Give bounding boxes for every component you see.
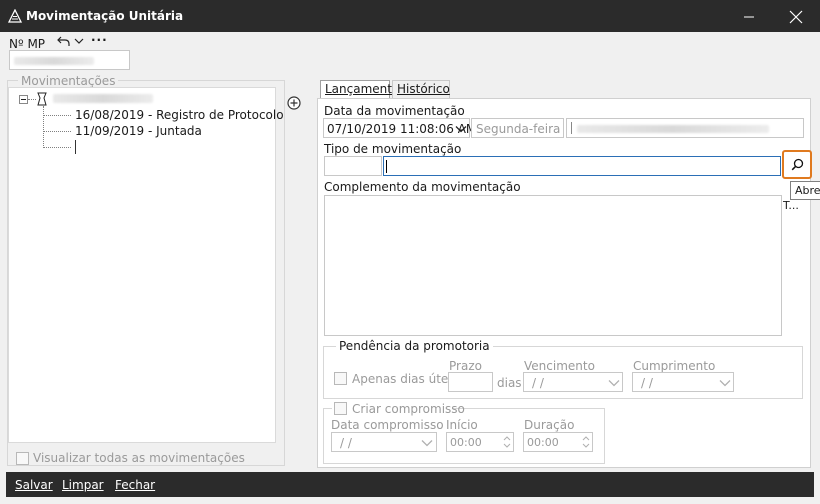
show-all-label: Visualizar todas as movimentações <box>33 451 245 465</box>
data-movimentacao-field[interactable]: 07/10/2019 11:08:06 AM <box>323 118 476 138</box>
tree-new-item-caret <box>75 140 76 154</box>
cumprimento-date-picker[interactable]: / / <box>632 372 734 392</box>
vencimento-value: / / <box>532 376 544 390</box>
tab-lancamento[interactable]: Lançamento <box>320 80 399 98</box>
data-compromisso-date-picker[interactable]: / / <box>331 432 437 452</box>
tipo-label: Tipo de movimentação <box>324 142 462 156</box>
spin-arrows-icon[interactable] <box>503 436 511 448</box>
tab-historico[interactable]: Histórico <box>392 80 450 98</box>
weekday-field: Segunda-feira <box>471 118 564 138</box>
spin-arrows-icon[interactable] <box>582 436 590 448</box>
tipo-movimentacao-input[interactable] <box>383 156 781 176</box>
mp-label: Nº MP <box>9 37 46 51</box>
title-bar: Movimentação Unitária <box>0 0 820 32</box>
tree-item[interactable]: 16/08/2019 - Registro de Protocolo <box>75 108 284 122</box>
criar-compromisso-label: Criar compromisso <box>352 402 465 416</box>
data-label: Data da movimentação <box>324 104 465 118</box>
tree-item[interactable]: 11/09/2019 - Juntada <box>75 124 202 138</box>
close-form-button[interactable]: Fechar <box>115 478 155 492</box>
cumprimento-label: Cumprimento <box>633 359 716 373</box>
process-icon <box>37 92 47 106</box>
data-compromisso-value: / / <box>340 436 352 450</box>
redacted-text <box>577 125 769 133</box>
complemento-label: Complemento da movimentação <box>324 180 521 194</box>
inicio-time-spinner[interactable]: 00:00 <box>446 432 514 452</box>
close-button[interactable] <box>773 0 819 32</box>
criar-compromisso-checkbox[interactable] <box>334 402 347 415</box>
truncated-label: T... <box>783 199 799 212</box>
movimentacoes-tree[interactable]: 16/08/2019 - Registro de Protocolo 11/09… <box>8 87 284 443</box>
app-icon <box>8 9 22 23</box>
clear-button[interactable]: Limpar <box>62 478 104 492</box>
vencimento-date-picker[interactable]: / / <box>523 372 623 392</box>
data-movimentacao-value: 07/10/2019 11:08:06 AM <box>327 122 477 136</box>
duracao-time-spinner[interactable]: 00:00 <box>523 432 593 452</box>
redacted-root-label <box>53 94 153 103</box>
search-button[interactable] <box>782 150 812 179</box>
inicio-value: 00:00 <box>450 436 482 449</box>
close-icon <box>789 10 803 23</box>
dias-label: dias <box>497 376 522 390</box>
tipo-code-field[interactable] <box>324 156 382 176</box>
apenas-dias-uteis-checkbox[interactable] <box>334 372 347 385</box>
text-caret <box>386 160 387 173</box>
undo-icon[interactable] <box>57 35 71 47</box>
redacted-text <box>14 57 94 65</box>
collapse-toggle[interactable] <box>19 95 28 104</box>
chevron-down-icon[interactable] <box>719 377 731 389</box>
window-title: Movimentação Unitária <box>26 9 184 23</box>
cumprimento-value: / / <box>641 376 653 390</box>
duracao-value: 00:00 <box>527 436 559 449</box>
chevron-down-icon[interactable] <box>608 377 620 389</box>
save-button[interactable]: Salvar <box>15 478 53 492</box>
pendencia-title: Pendência da promotoria <box>336 339 493 353</box>
chevron-down-icon[interactable] <box>74 37 84 45</box>
footer-bar: Salvar Limpar Fechar <box>6 472 814 497</box>
minimize-icon <box>744 16 754 17</box>
add-icon[interactable] <box>287 96 301 110</box>
chevron-down-icon[interactable] <box>455 123 467 135</box>
duracao-label: Duração <box>524 418 575 432</box>
prazo-label: Prazo <box>449 359 482 373</box>
complemento-textarea[interactable] <box>324 195 782 336</box>
mp-number-field[interactable] <box>9 50 130 70</box>
prazo-input[interactable] <box>448 372 493 392</box>
inicio-label: Início <box>446 418 478 432</box>
search-tooltip: Abre <box>790 181 820 200</box>
chevron-down-icon[interactable] <box>421 437 433 449</box>
minimize-button[interactable] <box>726 0 772 32</box>
more-icon[interactable]: ··· <box>91 33 108 47</box>
vencimento-label: Vencimento <box>524 359 595 373</box>
movimentacoes-title: Movimentações <box>18 74 119 88</box>
search-icon <box>791 158 804 171</box>
show-all-checkbox[interactable] <box>16 452 29 465</box>
description-field <box>566 118 804 138</box>
weekday-placeholder: Segunda-feira <box>476 122 561 136</box>
data-compromisso-label: Data compromisso <box>331 418 444 432</box>
